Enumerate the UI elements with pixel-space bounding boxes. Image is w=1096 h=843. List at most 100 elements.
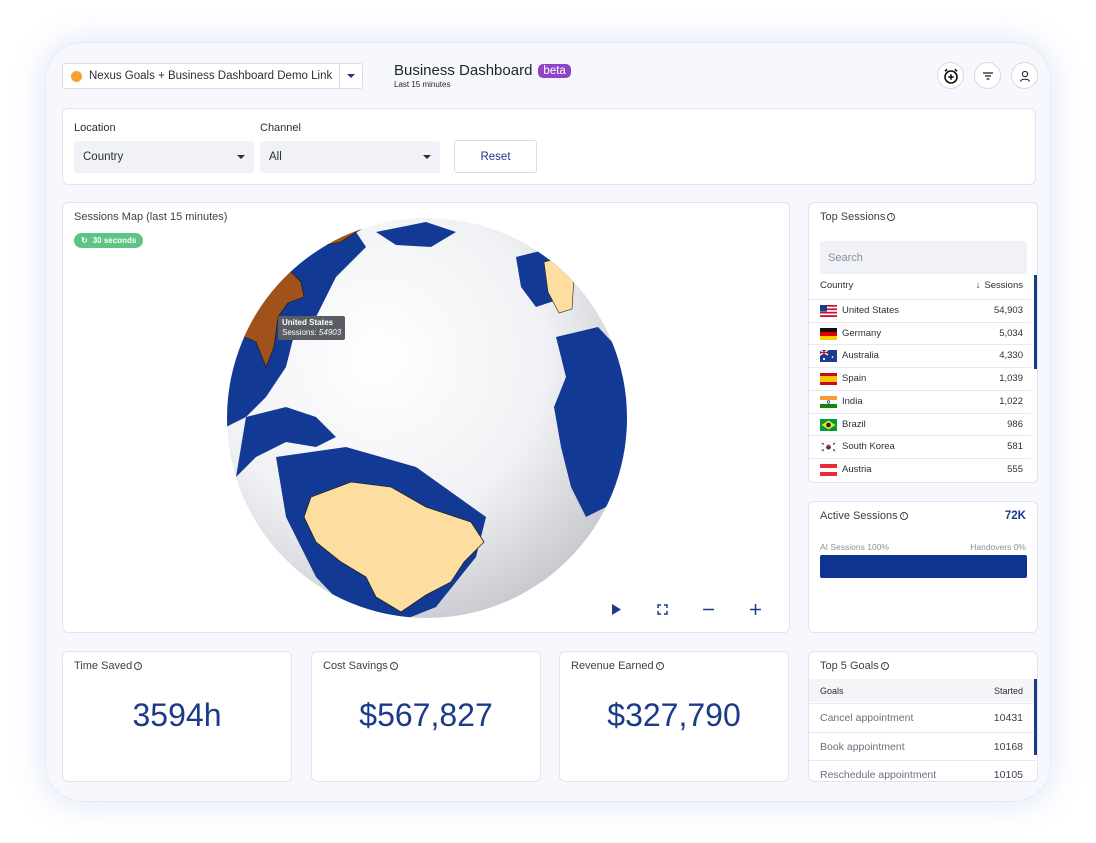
- goal-name: Reschedule appointment: [820, 769, 937, 781]
- info-icon[interactable]: i: [899, 512, 908, 520]
- filter-icon: [982, 71, 993, 80]
- goal-started: 10168: [993, 740, 1023, 753]
- play-icon: [612, 603, 621, 615]
- user-button[interactable]: [1011, 62, 1038, 89]
- in-flag-icon: [820, 395, 837, 408]
- es-flag-icon: [820, 373, 837, 386]
- ai-sessions-bar: [820, 555, 1027, 578]
- active-sessions-title-text: Active Sessions: [820, 510, 898, 522]
- kpi-cost-savings: Cost Savings i $567,827: [311, 651, 541, 782]
- info-icon[interactable]: i: [655, 662, 664, 670]
- goal-name: Book appointment: [820, 740, 905, 753]
- table-row[interactable]: Austria 555: [809, 457, 1031, 481]
- goal-started: 10105: [993, 769, 1023, 781]
- fullscreen-button[interactable]: [654, 601, 670, 617]
- channel-select-value: All: [269, 151, 282, 163]
- info-icon[interactable]: i: [389, 662, 398, 670]
- kpi-title: Time Saved i: [74, 660, 143, 672]
- active-sessions-panel: Active Sessions i 72K AI Sessions 100% H…: [808, 501, 1038, 633]
- kpi-title: Cost Savings i: [323, 660, 398, 672]
- top-sessions-panel: Top Sessions i Search Country ↓ Sessions…: [808, 202, 1038, 483]
- column-country[interactable]: Country: [820, 280, 853, 291]
- refresh-icon: ↻: [81, 236, 88, 245]
- location-select-value: Country: [83, 151, 124, 163]
- info-icon[interactable]: i: [880, 662, 889, 670]
- table-row[interactable]: India 1,022: [809, 389, 1031, 413]
- kpi-title: Revenue Earned i: [571, 660, 664, 672]
- active-sessions-value: 72K: [1004, 510, 1026, 522]
- alarm-add-icon: [943, 68, 958, 84]
- channel-label: Channel: [260, 122, 301, 134]
- top-goals-panel: Top 5 Goals i Goals Started Cancel appoi…: [808, 651, 1038, 782]
- scrollbar[interactable]: [1034, 275, 1037, 369]
- chevron-down-icon: [237, 155, 245, 159]
- user-icon: [1019, 70, 1030, 82]
- top-goals-title: Top 5 Goals i: [820, 660, 889, 672]
- sessions-count: 986: [1007, 418, 1023, 430]
- chevron-down-icon: [423, 155, 431, 159]
- fullscreen-icon: [656, 603, 668, 615]
- scrollbar[interactable]: [1034, 679, 1037, 755]
- sessions-count: 555: [1007, 463, 1023, 475]
- column-goals[interactable]: Goals: [820, 686, 844, 696]
- sessions-count: 4,330: [999, 350, 1023, 362]
- map-tooltip: United States Sessions: 54903: [278, 316, 346, 340]
- country-name: Austria: [842, 463, 872, 475]
- filter-button[interactable]: [974, 62, 1001, 89]
- table-row[interactable]: Reschedule appointment 10105: [809, 760, 1036, 781]
- table-row[interactable]: Book appointment 10168: [809, 731, 1036, 761]
- zoom-in-button[interactable]: [747, 601, 763, 617]
- refresh-badge[interactable]: ↻ 30 seconds: [74, 233, 144, 248]
- column-sessions-label: Sessions: [984, 280, 1023, 291]
- channel-select[interactable]: All: [260, 141, 440, 173]
- goal-started: 10431: [993, 712, 1023, 724]
- country-name: United States: [842, 305, 900, 316]
- country-name: Germany: [842, 327, 882, 339]
- sessions-map-panel: Sessions Map (last 15 minutes) ↻ 30 seco…: [62, 202, 790, 633]
- top-sessions-title: Top Sessions i: [820, 211, 896, 223]
- info-icon[interactable]: i: [134, 662, 143, 670]
- play-button[interactable]: [608, 601, 624, 617]
- sessions-count: 5,034: [999, 327, 1023, 339]
- sessions-count: 581: [1007, 441, 1023, 453]
- column-started[interactable]: Started: [994, 686, 1023, 696]
- goal-name: Cancel appointment: [820, 712, 914, 724]
- alarm-add-button[interactable]: [937, 62, 964, 89]
- link-selector-label: Nexus Goals + Business Dashboard Demo Li…: [89, 70, 333, 82]
- location-label: Location: [74, 122, 116, 134]
- globe[interactable]: [226, 217, 628, 619]
- table-row[interactable]: Germany 5,034: [809, 321, 1031, 345]
- table-row[interactable]: South Korea 581: [809, 435, 1031, 458]
- column-sessions[interactable]: ↓ Sessions: [976, 280, 1023, 291]
- ai-sessions-label: AI Sessions 100%: [820, 542, 889, 552]
- location-select[interactable]: Country: [74, 141, 254, 173]
- table-row[interactable]: Cancel appointment 10431: [809, 703, 1036, 732]
- table-row[interactable]: United States 54,903: [809, 299, 1031, 322]
- tooltip-value: 54903: [318, 328, 342, 337]
- page-subtitle: Last 15 minutes: [394, 80, 451, 89]
- us-flag-icon: [820, 305, 837, 317]
- info-icon[interactable]: i: [887, 213, 896, 221]
- table-row[interactable]: Brazil 986: [809, 412, 1031, 436]
- kpi-title-text: Revenue Earned: [571, 660, 654, 672]
- reset-button[interactable]: Reset: [454, 140, 537, 173]
- tooltip-sessions: Sessions: 54903: [282, 328, 341, 338]
- table-row[interactable]: Spain 1,039: [809, 367, 1031, 390]
- table-row[interactable]: Australia 4,330: [809, 344, 1031, 367]
- zoom-out-button[interactable]: [700, 601, 716, 617]
- kpi-value: $327,790: [607, 697, 741, 733]
- sessions-count: 54,903: [993, 305, 1023, 316]
- search-input[interactable]: Search: [820, 241, 1027, 274]
- beta-badge: beta: [538, 63, 571, 78]
- map-title: Sessions Map (last 15 minutes): [74, 211, 228, 223]
- br-flag-icon: [820, 418, 837, 431]
- status-dot: [71, 70, 82, 82]
- top-goals-title-text: Top 5 Goals: [820, 660, 879, 672]
- handovers-label: Handovers 0%: [970, 542, 1026, 552]
- kpi-title-text: Cost Savings: [323, 660, 388, 672]
- tooltip-label: Sessions:: [282, 328, 317, 337]
- chevron-down-icon[interactable]: [339, 64, 362, 88]
- de-flag-icon: [820, 327, 837, 340]
- link-selector[interactable]: Nexus Goals + Business Dashboard Demo Li…: [62, 63, 363, 89]
- page-title-text: Business Dashboard: [394, 62, 533, 79]
